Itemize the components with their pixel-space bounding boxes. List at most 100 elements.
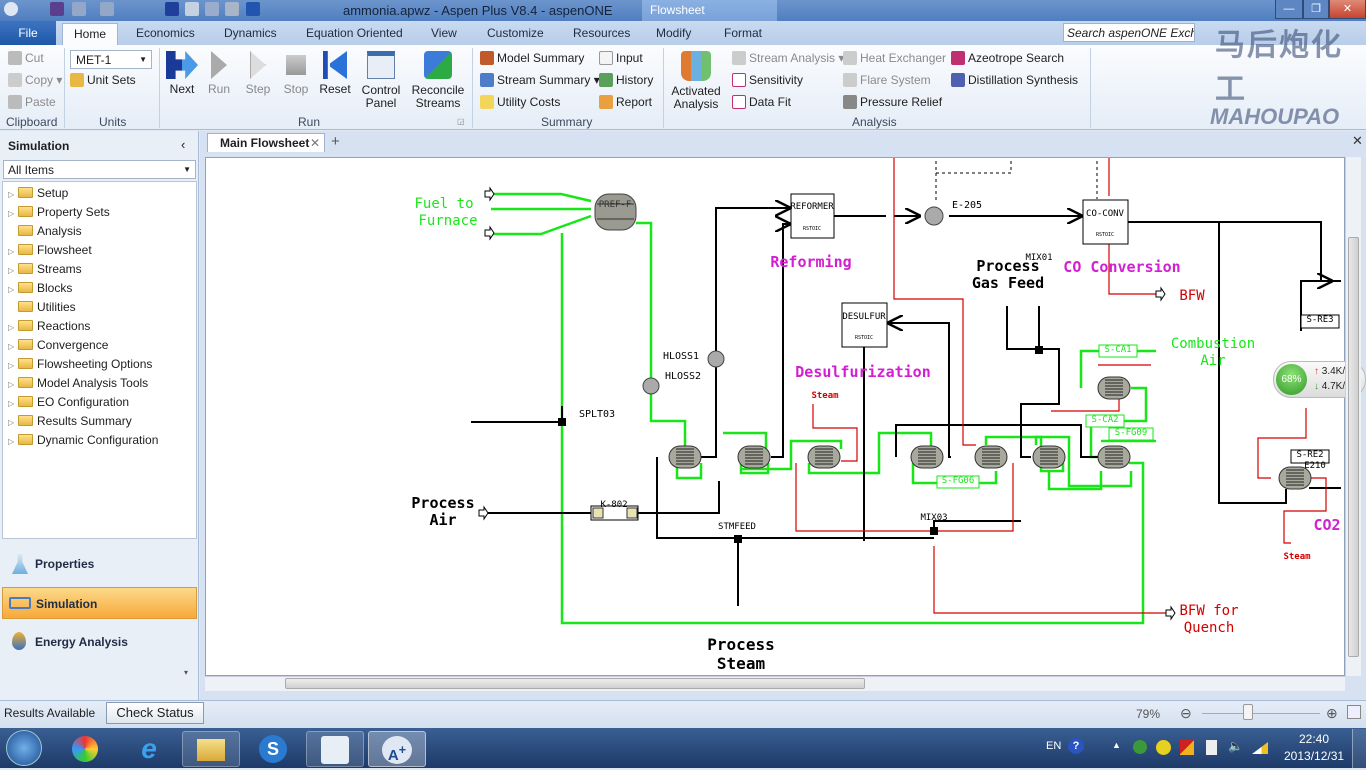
language-indicator[interactable]: EN <box>1046 740 1061 752</box>
heat-exchanger-button[interactable]: Heat Exchanger <box>843 51 946 65</box>
data-fit-button[interactable]: Data Fit <box>732 95 791 109</box>
horizontal-scrollbar[interactable] <box>205 676 1345 691</box>
tree-item[interactable]: ▷ Property Sets <box>8 205 110 219</box>
tab-resources[interactable]: Resources <box>573 26 630 40</box>
tree-item[interactable]: Analysis <box>8 224 82 238</box>
tab-customize[interactable]: Customize <box>487 26 544 40</box>
tab-economics[interactable]: Economics <box>136 26 195 40</box>
dialog-launcher-icon[interactable]: ◲ <box>457 117 465 126</box>
restore-button[interactable]: ❐ <box>1303 0 1329 19</box>
scroll-thumb[interactable] <box>285 678 865 689</box>
collapse-pane-button[interactable]: ‹ <box>181 137 185 152</box>
azeotrope-search-button[interactable]: Azeotrope Search <box>951 51 1064 65</box>
tree-item[interactable]: ▷ Flowsheet <box>8 243 92 257</box>
tree-item[interactable]: ▷ Reactions <box>8 319 90 333</box>
power-icon[interactable] <box>1206 740 1217 755</box>
tree-item[interactable]: ▷ EO Configuration <box>8 395 129 409</box>
tray-icon-plus[interactable] <box>1156 740 1171 755</box>
heat-exchanger-icon[interactable] <box>668 445 702 469</box>
taskbar-app-s[interactable]: S <box>244 731 302 767</box>
new-tab-button[interactable]: + <box>331 133 340 150</box>
paste-button[interactable]: Paste <box>8 95 56 109</box>
heat-exchanger-icon[interactable] <box>1097 376 1131 400</box>
model-summary-button[interactable]: Model Summary <box>480 51 584 65</box>
tab-home[interactable]: Home <box>62 23 118 46</box>
utility-costs-button[interactable]: Utility Costs <box>480 95 560 109</box>
tree-item[interactable]: ▷ Blocks <box>8 281 72 295</box>
volume-icon[interactable]: 🔈 <box>1228 739 1243 753</box>
tree-item[interactable]: Utilities <box>8 300 76 314</box>
tree-item[interactable]: ▷ Model Analysis Tools <box>8 376 148 390</box>
tab-dynamics[interactable]: Dynamics <box>224 26 277 40</box>
copy-button[interactable]: Copy ▾ <box>8 73 62 87</box>
tab-equation-oriented[interactable]: Equation Oriented <box>306 26 403 40</box>
expand-icon[interactable]: ▷ <box>8 437 18 446</box>
expand-icon[interactable]: ▷ <box>8 361 18 370</box>
tree-item[interactable]: ▷ Flowsheeting Options <box>8 357 152 371</box>
zoom-slider-handle[interactable] <box>1243 704 1253 720</box>
vertical-scrollbar[interactable] <box>1345 157 1361 676</box>
report-button[interactable]: Report <box>599 95 652 109</box>
expand-icon[interactable]: ▷ <box>8 399 18 408</box>
step-button[interactable]: Step <box>243 51 273 96</box>
stream-analysis-button[interactable]: Stream Analysis ▾ <box>732 51 844 65</box>
tab-view[interactable]: View <box>431 26 457 40</box>
pressure-relief-button[interactable]: Pressure Relief <box>843 95 942 109</box>
expand-icon[interactable]: ▷ <box>8 342 18 351</box>
flowsheet-canvas[interactable]: Fuel to Furnace Reforming Process Gas Feed CO… <box>205 157 1345 676</box>
run-button[interactable]: Run <box>204 51 234 96</box>
close-document-button[interactable]: ✕ <box>1352 133 1363 149</box>
control-panel-button[interactable]: Control Panel <box>358 51 404 110</box>
undo-icon[interactable] <box>72 2 86 16</box>
expand-icon[interactable]: ▷ <box>8 209 18 218</box>
nav-simulation[interactable]: Simulation <box>2 587 197 619</box>
heat-exchanger-icon[interactable] <box>1097 445 1131 469</box>
start-button[interactable] <box>6 730 42 766</box>
reset-icon[interactable] <box>246 2 260 16</box>
filter-select[interactable]: All Items ▼ <box>3 160 196 179</box>
redo-icon[interactable] <box>100 2 114 16</box>
heat-exchanger-icon[interactable] <box>1032 445 1066 469</box>
run-icon[interactable] <box>205 2 219 16</box>
input-button[interactable]: Input <box>599 51 643 65</box>
nav-properties[interactable]: Properties <box>2 548 197 580</box>
zoom-in-button[interactable]: ⊕ <box>1326 705 1338 722</box>
history-button[interactable]: History <box>599 73 653 87</box>
expand-icon[interactable]: ▷ <box>8 190 18 199</box>
next-icon[interactable] <box>165 2 179 16</box>
heat-exchanger-icon[interactable] <box>737 445 771 469</box>
search-input[interactable]: Search aspenONE Exchange <box>1063 23 1195 42</box>
unit-set-select[interactable]: MET-1 ▼ <box>70 50 152 69</box>
taskbar-app-network[interactable] <box>306 731 364 767</box>
show-hidden-icons-button[interactable]: ▲ <box>1112 740 1121 750</box>
show-desktop-button[interactable] <box>1352 729 1366 768</box>
tab-file[interactable]: File <box>0 21 56 45</box>
expand-icon[interactable]: ▷ <box>8 418 18 427</box>
expand-icon[interactable]: ▷ <box>8 323 18 332</box>
tray-icon-antivirus[interactable] <box>1180 740 1194 755</box>
check-status-button[interactable]: Check Status <box>106 702 204 724</box>
app-icon[interactable] <box>4 2 18 16</box>
fit-view-icon[interactable] <box>1347 705 1361 719</box>
minimize-button[interactable]: — <box>1275 0 1303 19</box>
tab-main-flowsheet[interactable]: Main Flowsheet ✕ <box>207 133 325 152</box>
reconcile-streams-button[interactable]: Reconcile Streams <box>410 51 466 110</box>
expand-icon[interactable]: ▷ <box>8 380 18 389</box>
tree-item[interactable]: ▷ Setup <box>8 186 68 200</box>
expand-icon[interactable]: ▷ <box>8 247 18 256</box>
expand-icon[interactable]: ▷ <box>8 266 18 275</box>
activated-analysis-button[interactable]: Activated Analysis <box>668 51 724 111</box>
help-icon[interactable]: ? <box>1068 738 1084 754</box>
stop-icon[interactable] <box>225 2 239 16</box>
heat-exchanger-icon[interactable] <box>974 445 1008 469</box>
tree-item[interactable]: ▷ Results Summary <box>8 414 132 428</box>
zoom-out-button[interactable]: ⊖ <box>1180 705 1192 722</box>
scroll-thumb[interactable] <box>1348 237 1359 657</box>
nav-energy-analysis[interactable]: Energy Analysis <box>2 626 197 658</box>
cut-button[interactable]: Cut <box>8 51 44 65</box>
unit-sets-button[interactable]: Unit Sets <box>70 73 136 87</box>
reset-button[interactable]: Reset <box>318 51 352 96</box>
zoom-slider[interactable] <box>1202 713 1320 714</box>
heat-exchanger-icon[interactable] <box>910 445 944 469</box>
control-panel-icon[interactable] <box>185 2 199 16</box>
